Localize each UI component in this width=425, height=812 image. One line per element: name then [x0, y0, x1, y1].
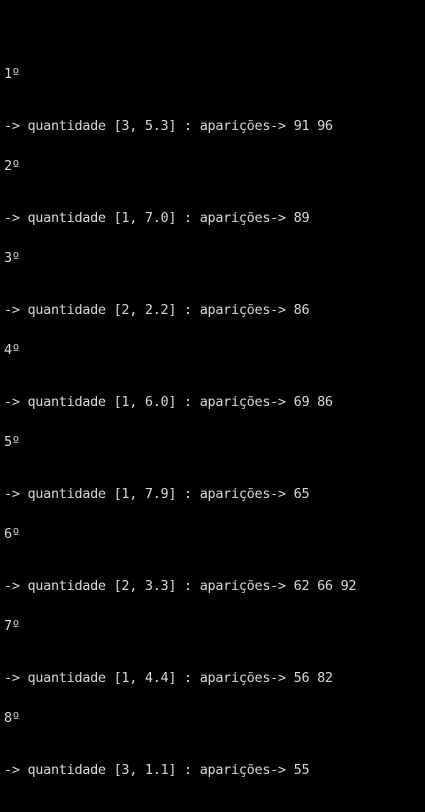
- console-entry: 1º -> quantidade [3, 5.3] : aparições-> …: [4, 32, 425, 134]
- entry-rank: 4º: [4, 342, 20, 358]
- entry-rank: 3º: [4, 250, 20, 266]
- entry-rank: 6º: [4, 526, 20, 542]
- entry-rank: 2º: [4, 158, 20, 174]
- entry-rank: 1º: [4, 66, 20, 82]
- console-output: 1º -> quantidade [3, 5.3] : aparições-> …: [4, 0, 425, 778]
- entry-rank: 8º: [4, 710, 20, 726]
- entry-detail: -> quantidade [3, 1.1] : aparições-> 55: [4, 762, 310, 778]
- entry-rank: 7º: [4, 618, 20, 634]
- entry-rank: 5º: [4, 434, 20, 450]
